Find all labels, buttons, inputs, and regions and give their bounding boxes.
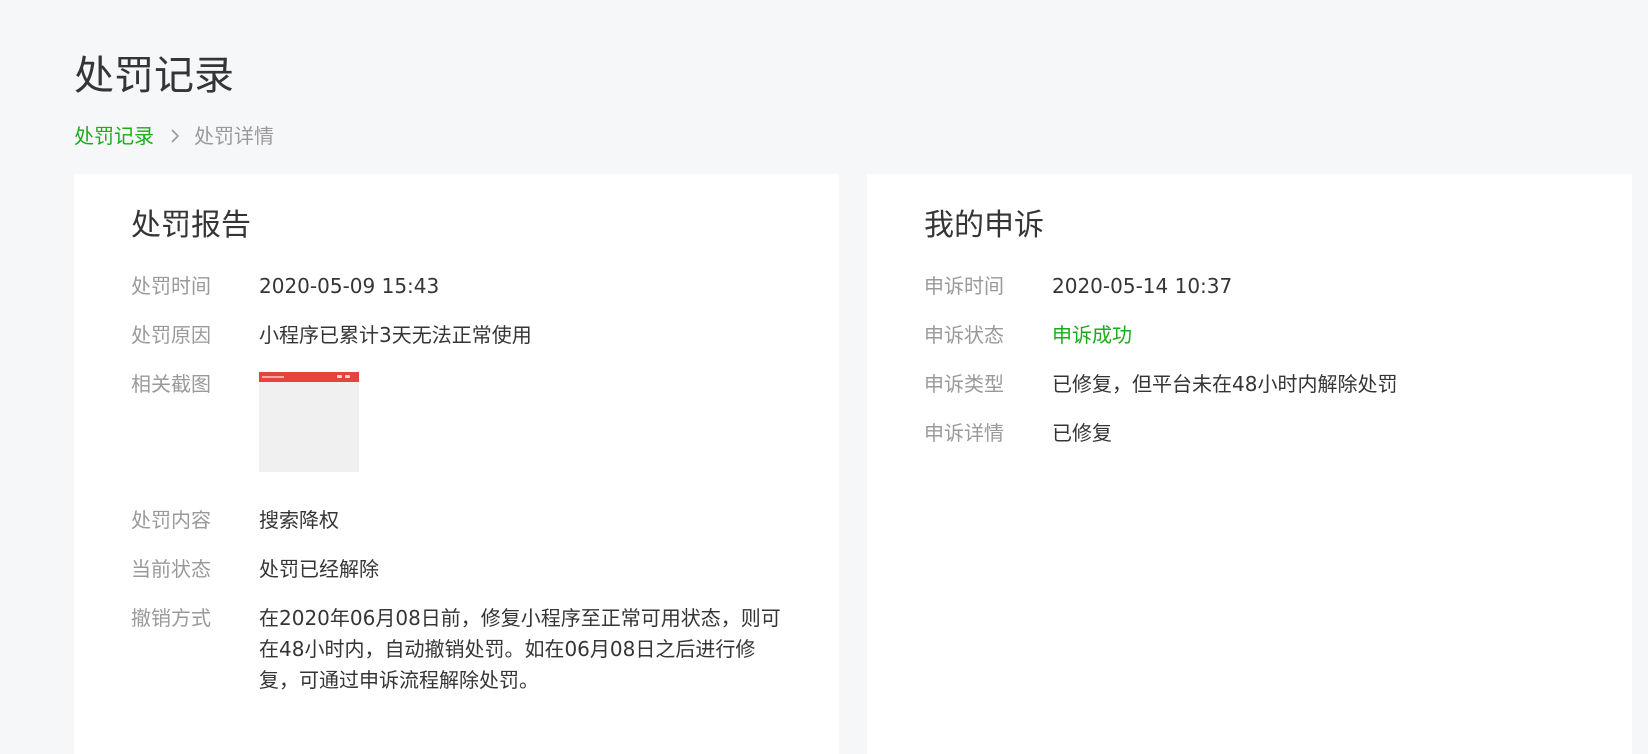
value-appeal-time: 2020-05-14 10:37 [1052, 274, 1233, 298]
breadcrumb-link-penalty-records[interactable]: 处罚记录 [74, 120, 154, 152]
screenshot-thumbnail[interactable] [259, 372, 359, 472]
label-current-status: 当前状态 [131, 557, 211, 581]
row-related-screenshot: 相关截图 [131, 369, 781, 472]
penalty-report-title: 处罚报告 [131, 208, 251, 243]
value-appeal-type: 已修复，但平台未在48小时内解除处罚 [1052, 372, 1398, 396]
row-appeal-detail: 申诉详情 已修复 [924, 418, 1574, 449]
row-appeal-time: 申诉时间 2020-05-14 10:37 [924, 271, 1574, 302]
penalty-report-card: 处罚报告 处罚时间 2020-05-09 15:43 处罚原因 小程序已累计3天… [74, 174, 839, 754]
label-related-screenshot: 相关截图 [131, 372, 211, 396]
row-penalty-time: 处罚时间 2020-05-09 15:43 [131, 271, 781, 302]
label-penalty-content: 处罚内容 [131, 508, 211, 532]
value-revocation-method: 在2020年06月08日前，修复小程序至正常可用状态，则可在48小时内，自动撤销… [259, 606, 781, 692]
value-appeal-detail: 已修复 [1052, 421, 1112, 445]
row-appeal-status: 申诉状态 申诉成功 [924, 320, 1574, 351]
value-appeal-status: 申诉成功 [1052, 323, 1132, 347]
row-penalty-content: 处罚内容 搜索降权 [131, 505, 781, 536]
label-appeal-status: 申诉状态 [924, 323, 1004, 347]
row-revocation-method: 撤销方式 在2020年06月08日前，修复小程序至正常可用状态，则可在48小时内… [131, 603, 781, 696]
label-appeal-detail: 申诉详情 [924, 421, 1004, 445]
appeal-details: 申诉时间 2020-05-14 10:37 申诉状态 申诉成功 申诉类型 已修复… [924, 271, 1574, 467]
row-current-status: 当前状态 处罚已经解除 [131, 554, 781, 585]
label-revocation-method: 撤销方式 [131, 606, 211, 630]
breadcrumb-current: 处罚详情 [194, 124, 274, 148]
label-appeal-time: 申诉时间 [924, 274, 1004, 298]
chevron-right-icon [170, 128, 180, 144]
thumbnail-header-bar [259, 372, 359, 382]
penalty-report-details: 处罚时间 2020-05-09 15:43 处罚原因 小程序已累计3天无法正常使… [131, 271, 781, 714]
row-appeal-type: 申诉类型 已修复，但平台未在48小时内解除处罚 [924, 369, 1574, 400]
breadcrumb: 处罚记录 处罚详情 [74, 120, 274, 152]
value-penalty-time: 2020-05-09 15:43 [259, 274, 440, 298]
value-penalty-reason: 小程序已累计3天无法正常使用 [259, 323, 532, 347]
row-penalty-reason: 处罚原因 小程序已累计3天无法正常使用 [131, 320, 781, 351]
label-penalty-time: 处罚时间 [131, 274, 211, 298]
label-appeal-type: 申诉类型 [924, 372, 1004, 396]
value-current-status: 处罚已经解除 [259, 557, 379, 581]
my-appeal-title: 我的申诉 [924, 208, 1044, 243]
label-penalty-reason: 处罚原因 [131, 323, 211, 347]
page-title: 处罚记录 [74, 53, 234, 99]
my-appeal-card: 我的申诉 申诉时间 2020-05-14 10:37 申诉状态 申诉成功 申诉类… [867, 174, 1632, 754]
value-penalty-content: 搜索降权 [259, 508, 339, 532]
